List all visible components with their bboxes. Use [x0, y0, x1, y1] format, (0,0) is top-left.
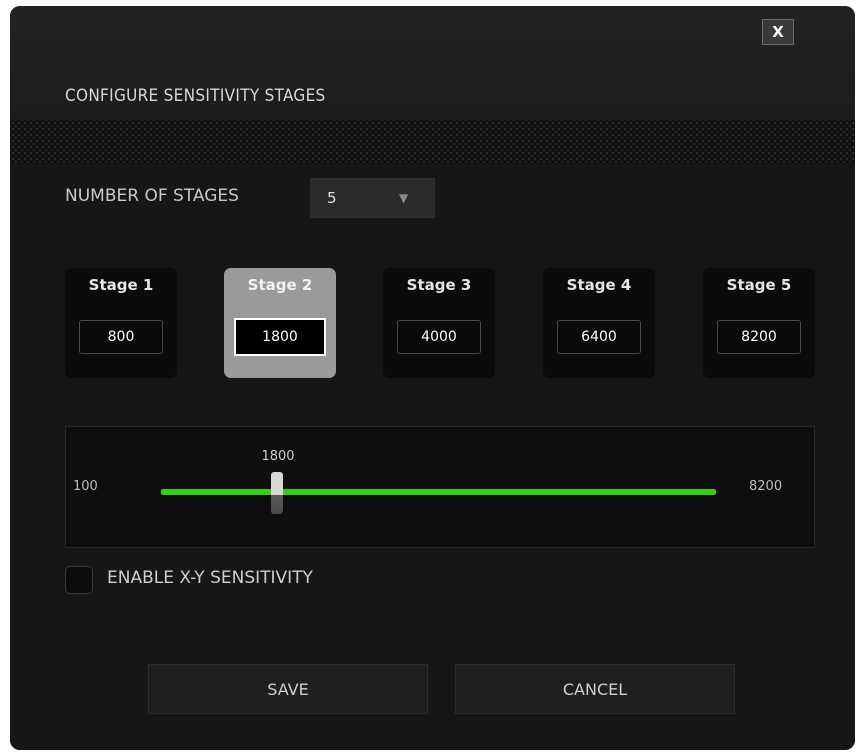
stage-card-1[interactable]: Stage 1 800	[65, 268, 177, 378]
slider-min-label: 100	[73, 479, 98, 494]
stage-value-input[interactable]: 6400	[557, 320, 641, 354]
close-button[interactable]: X	[762, 19, 794, 45]
save-button[interactable]: SAVE	[148, 664, 428, 714]
slider-current-value: 1800	[261, 449, 295, 464]
mesh-divider	[10, 120, 855, 164]
stage-card-3[interactable]: Stage 3 4000	[383, 268, 495, 378]
stage-label: Stage 1	[88, 276, 154, 294]
stage-value-input[interactable]: 1800	[234, 318, 326, 356]
stage-card-5[interactable]: Stage 5 8200	[703, 268, 815, 378]
caret-down-icon: ▼	[399, 191, 409, 205]
stage-label: Stage 4	[566, 276, 632, 294]
stage-card-4[interactable]: Stage 4 6400	[543, 268, 655, 378]
close-icon: X	[772, 23, 784, 41]
dialog-title: CONFIGURE SENSITIVITY STAGES	[65, 86, 326, 106]
cancel-button[interactable]: CANCEL	[455, 664, 735, 714]
slider-track[interactable]	[161, 489, 716, 495]
stage-value-input[interactable]: 800	[79, 320, 163, 354]
sensitivity-slider-panel: 100 8200 1800	[65, 426, 815, 548]
stage-value-input[interactable]: 4000	[397, 320, 481, 354]
slider-max-label: 8200	[749, 479, 783, 494]
save-button-label: SAVE	[267, 679, 309, 699]
stage-label: Stage 3	[406, 276, 472, 294]
number-of-stages-label: NUMBER OF STAGES	[65, 186, 239, 206]
enable-xy-sensitivity-label: ENABLE X-Y SENSITIVITY	[107, 568, 313, 588]
slider-thumb[interactable]	[271, 472, 284, 514]
stage-value-input[interactable]: 8200	[717, 320, 801, 354]
stage-label: Stage 2	[247, 276, 313, 294]
number-of-stages-dropdown[interactable]: 5 ▼	[310, 178, 435, 218]
dialog-header: X CONFIGURE SENSITIVITY STAGES	[10, 6, 855, 118]
enable-xy-sensitivity-checkbox[interactable]	[65, 566, 93, 594]
sensitivity-stages-dialog: X CONFIGURE SENSITIVITY STAGES NUMBER OF…	[10, 6, 855, 750]
stage-card-2[interactable]: Stage 2 1800	[224, 268, 336, 378]
number-of-stages-value: 5	[327, 189, 337, 207]
stage-label: Stage 5	[726, 276, 792, 294]
cancel-button-label: CANCEL	[562, 679, 628, 699]
